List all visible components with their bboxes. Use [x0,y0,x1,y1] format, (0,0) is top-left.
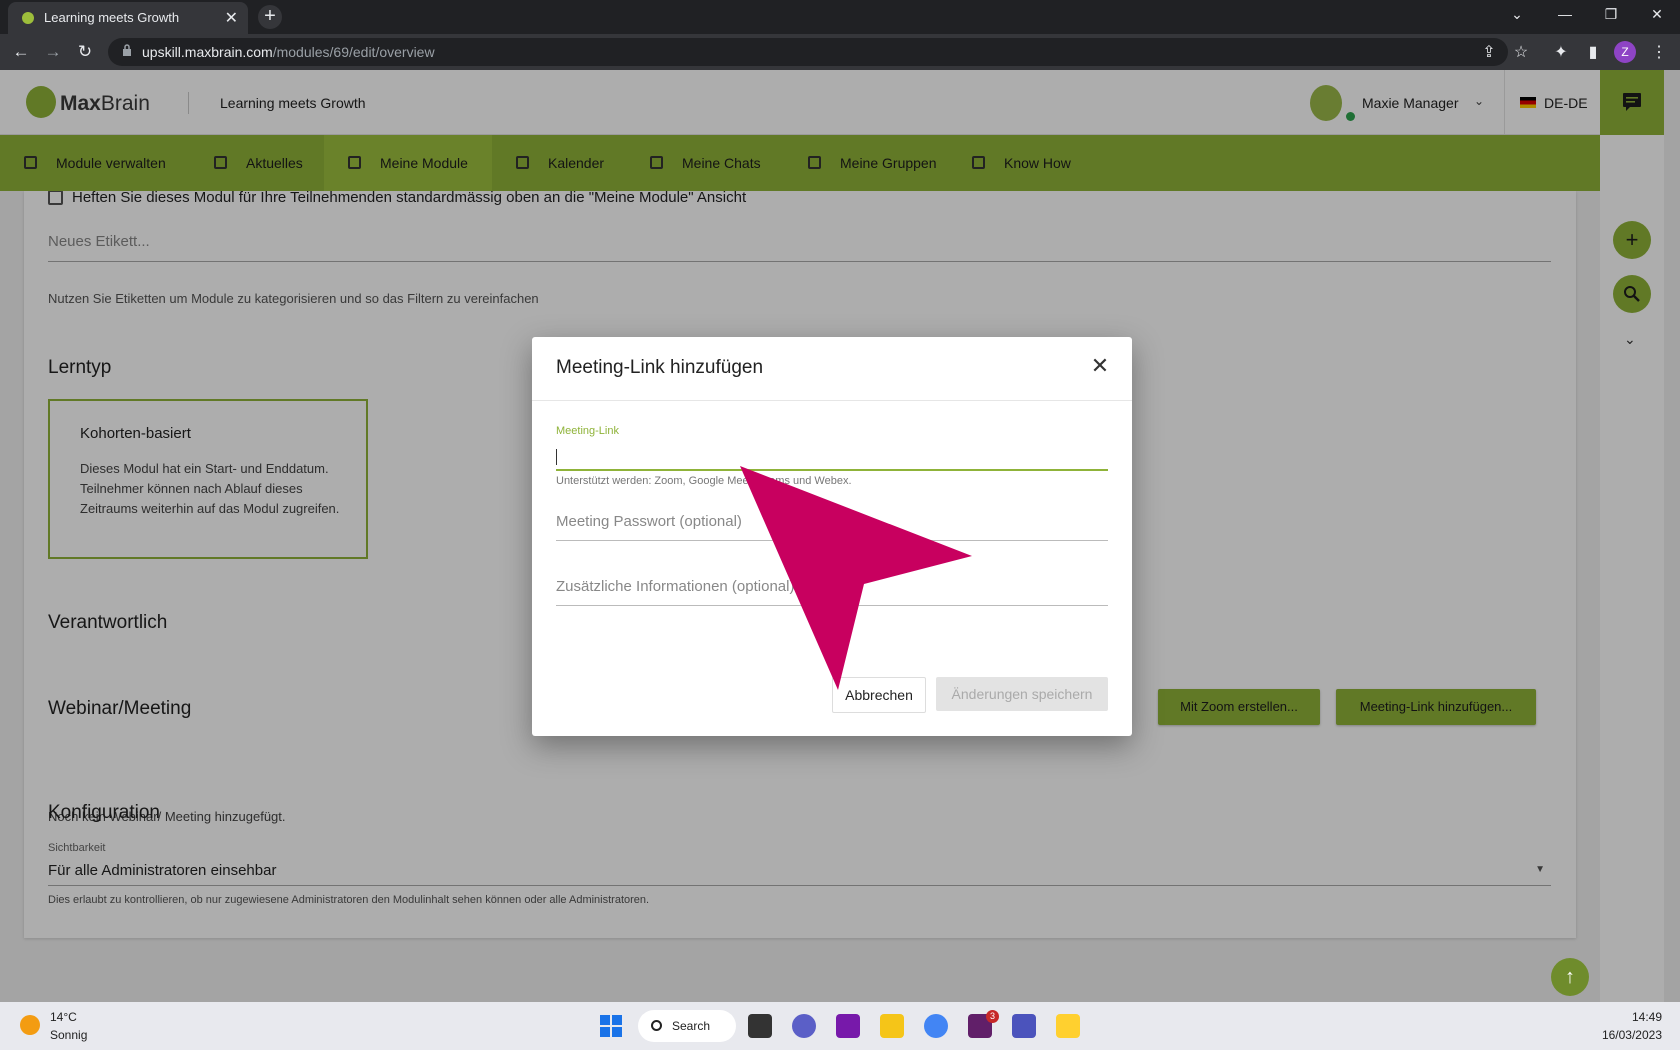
clock-time[interactable]: 14:49 [1632,1010,1662,1024]
close-tab-icon[interactable]: ✕ [225,8,238,28]
back-icon[interactable]: ← [10,42,32,62]
meeting-password-input[interactable]: Meeting Passwort (optional) [556,503,1108,541]
onenote-icon[interactable] [836,1014,860,1038]
extensions-icon[interactable]: ✦ [1550,42,1572,62]
minimize-button[interactable]: — [1550,6,1580,22]
weather-condition[interactable]: Sonnig [50,1028,87,1042]
new-tab-button[interactable]: + [258,5,282,29]
reload-icon[interactable]: ↻ [74,42,96,62]
tab-title: Learning meets Growth [44,10,180,25]
forward-icon[interactable]: → [42,42,64,62]
url-text: upskill.maxbrain.com/modules/69/edit/ove… [142,44,435,60]
url-host: upskill.maxbrain.com [142,44,273,60]
notification-badge: 3 [986,1010,999,1023]
text-caret [556,449,557,465]
windows-taskbar: 14°C Sonnig Search 3 14:49 16/03/2023 [0,1002,1680,1050]
cancel-button[interactable]: Abbrechen [832,677,926,713]
clock-date[interactable]: 16/03/2023 [1602,1028,1662,1042]
task-view-icon[interactable] [748,1014,772,1038]
side-panel-icon[interactable]: ▮ [1582,42,1604,62]
profile-avatar[interactable]: Z [1614,41,1636,63]
meeting-link-hint: Unterstützt werden: Zoom, Google Meet, T… [556,475,852,487]
browser-tab-bar: Learning meets Growth ✕ + ⌄ — ❐ ✕ [0,0,1680,34]
meeting-link-label: Meeting-Link [556,425,619,437]
windows-start-icon[interactable] [600,1015,622,1037]
scroll-to-top-button[interactable]: ↑ [1551,958,1589,996]
meeting-link-input[interactable] [556,441,1108,471]
file-explorer-icon[interactable] [880,1014,904,1038]
sun-icon [20,1015,40,1035]
tab-search-icon[interactable]: ⌄ [1502,6,1532,23]
teams-icon[interactable] [1012,1014,1036,1038]
save-changes-button[interactable]: Änderungen speichern [936,677,1108,711]
window-close-button[interactable]: ✕ [1642,6,1672,23]
chrome-icon[interactable] [924,1014,948,1038]
taskbar-search[interactable]: Search [638,1010,736,1042]
teams-chat-icon[interactable] [792,1014,816,1038]
browser-toolbar: ← → ↻ upskill.maxbrain.com/modules/69/ed… [0,34,1680,70]
restore-button[interactable]: ❐ [1596,6,1626,23]
dialog-divider [532,400,1132,401]
meeting-link-dialog: Meeting-Link hinzufügen ✕ Meeting-Link U… [532,337,1132,736]
search-icon [651,1020,662,1031]
share-icon[interactable]: ⇪ [1478,42,1500,62]
favicon-icon [22,12,34,24]
miro-icon[interactable] [1056,1014,1080,1038]
dialog-title: Meeting-Link hinzufügen [556,357,764,378]
url-path: /modules/69/edit/overview [272,44,435,60]
lock-icon [123,44,131,56]
weather-temperature[interactable]: 14°C [50,1010,77,1024]
address-bar[interactable]: upskill.maxbrain.com/modules/69/edit/ove… [108,38,1508,66]
close-icon[interactable]: ✕ [1086,353,1114,379]
menu-kebab-icon[interactable]: ⋮ [1648,42,1670,62]
browser-tab[interactable]: Learning meets Growth ✕ [8,2,248,34]
bookmark-star-icon[interactable]: ☆ [1510,42,1532,62]
additional-info-input[interactable]: Zusätzliche Informationen (optional) [556,568,1108,606]
